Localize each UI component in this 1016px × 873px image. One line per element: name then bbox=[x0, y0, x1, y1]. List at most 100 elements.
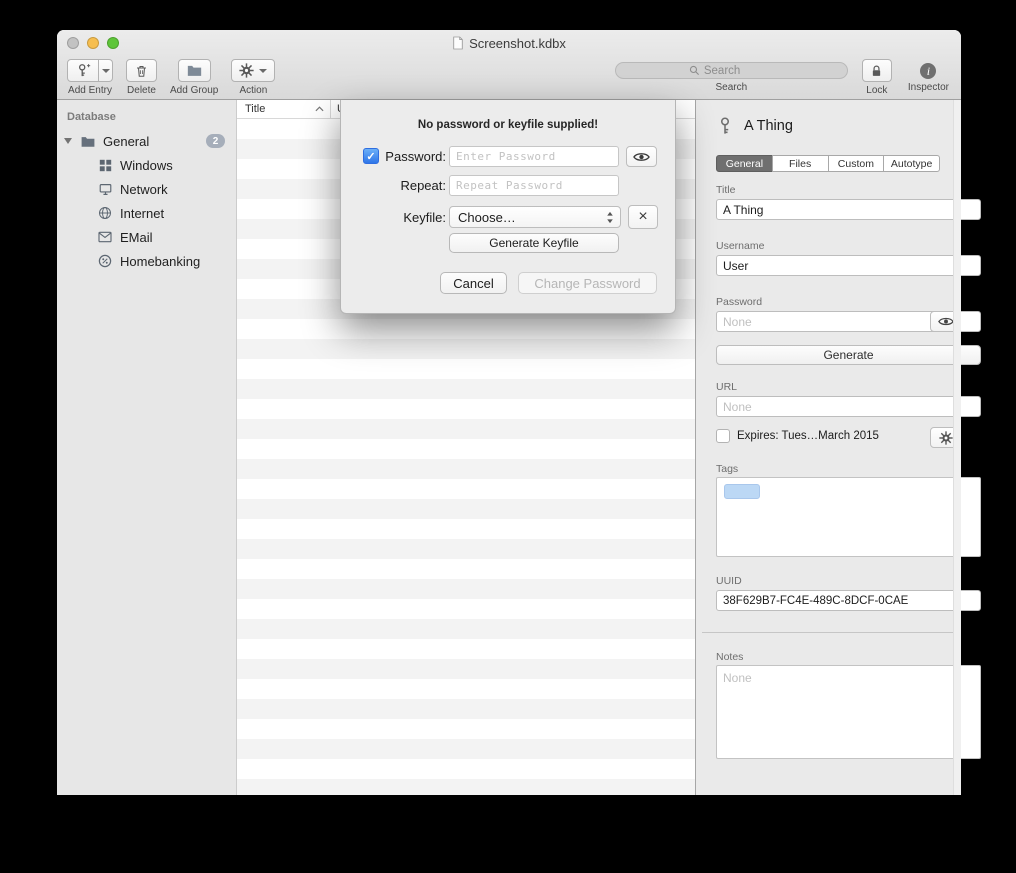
uuid-field[interactable] bbox=[716, 590, 981, 611]
lock-button[interactable] bbox=[862, 59, 892, 82]
folder-plus-icon bbox=[186, 63, 203, 78]
username-field[interactable] bbox=[716, 255, 981, 276]
search-icon bbox=[689, 65, 700, 76]
inspector-tabs: General Files Custom Autotype bbox=[716, 155, 940, 172]
chevron-down-icon bbox=[102, 69, 110, 73]
keyfile-popup[interactable]: Choose… bbox=[449, 206, 621, 228]
sidebar-item-windows[interactable]: Windows bbox=[57, 153, 236, 177]
search-item: Search bbox=[615, 59, 848, 93]
folder-icon bbox=[80, 133, 96, 149]
sidebar-item-label: EMail bbox=[120, 230, 153, 245]
lock-item: Lock bbox=[862, 59, 892, 96]
eye-icon bbox=[633, 151, 650, 163]
action-item: Action bbox=[231, 59, 275, 96]
zoom-button[interactable] bbox=[107, 37, 119, 49]
notes-label: Notes bbox=[716, 651, 940, 663]
tag-chip[interactable] bbox=[724, 484, 760, 499]
tab-files[interactable]: Files bbox=[772, 155, 829, 172]
change-password-sheet: No password or keyfile supplied! ✓ Passw… bbox=[340, 100, 676, 314]
generate-keyfile-button[interactable]: Generate Keyfile bbox=[449, 233, 619, 253]
dialog-password-input[interactable] bbox=[449, 146, 619, 167]
expires-checkbox[interactable] bbox=[716, 429, 730, 443]
generate-password-button[interactable]: Generate bbox=[716, 345, 981, 365]
titlebar: Screenshot.kdbx bbox=[57, 30, 961, 56]
search-label: Search bbox=[716, 82, 748, 93]
inspector-label: Inspector bbox=[908, 82, 949, 93]
grid-icon bbox=[97, 157, 113, 173]
sidebar-item-general[interactable]: General 2 bbox=[57, 129, 236, 153]
tags-field[interactable] bbox=[716, 477, 981, 557]
close-button bbox=[67, 37, 79, 49]
column-divider[interactable] bbox=[330, 100, 331, 118]
window-chrome: Screenshot.kdbx Add Entry bbox=[57, 30, 961, 100]
password-label: Password bbox=[716, 296, 940, 308]
globe-icon bbox=[97, 205, 113, 221]
sidebar-item-homebanking[interactable]: Homebanking bbox=[57, 249, 236, 273]
dialog-reveal-password-button[interactable] bbox=[626, 146, 657, 167]
sidebar-item-label: General bbox=[103, 134, 149, 149]
action-button[interactable] bbox=[231, 59, 275, 82]
sidebar-item-label: Internet bbox=[120, 206, 164, 221]
delete-item: Delete bbox=[126, 59, 157, 96]
info-icon: i bbox=[920, 63, 936, 79]
search-field[interactable] bbox=[615, 62, 848, 79]
dialog-message: No password or keyfile supplied! bbox=[341, 119, 675, 131]
column-header-title[interactable]: Title bbox=[245, 100, 265, 119]
key-plus-icon bbox=[75, 62, 91, 79]
traffic-lights bbox=[67, 37, 119, 49]
count-badge: 2 bbox=[206, 134, 225, 148]
disclosure-triangle-icon[interactable] bbox=[64, 138, 72, 144]
tab-custom[interactable]: Custom bbox=[828, 155, 885, 172]
add-group-button[interactable] bbox=[178, 59, 211, 82]
dialog-keyfile-label: Keyfile: bbox=[341, 207, 446, 228]
expires-label: Expires: Tues…March 2015 bbox=[737, 430, 879, 442]
lock-icon bbox=[870, 64, 883, 78]
add-entry-item: Add Entry bbox=[67, 59, 113, 96]
sidebar-item-internet[interactable]: Internet bbox=[57, 201, 236, 225]
inspector-button[interactable]: i bbox=[920, 59, 936, 79]
popup-chevrons-icon bbox=[606, 211, 614, 224]
url-label: URL bbox=[716, 381, 940, 393]
percent-coin-icon bbox=[97, 253, 113, 269]
toolbar: Add Entry Delete Add Group bbox=[57, 56, 961, 100]
inspector-scrollbar[interactable] bbox=[953, 100, 961, 795]
inspector-item: i Inspector bbox=[908, 59, 949, 93]
tags-label: Tags bbox=[716, 463, 940, 475]
add-entry-dropdown[interactable] bbox=[99, 59, 113, 82]
entry-title: A Thing bbox=[744, 118, 793, 134]
title-label: Title bbox=[716, 184, 940, 196]
eye-icon bbox=[938, 316, 954, 327]
lock-label: Lock bbox=[866, 85, 887, 96]
sidebar: Database General 2 Windows Network bbox=[57, 100, 237, 795]
tab-general[interactable]: General bbox=[716, 155, 773, 172]
sidebar-item-label: Homebanking bbox=[120, 254, 200, 269]
sidebar-header: Database bbox=[57, 109, 236, 129]
close-x-icon: × bbox=[638, 208, 647, 226]
inspector-panel: A Thing General Files Custom Autotype Ti… bbox=[695, 100, 961, 795]
chevron-down-icon bbox=[259, 69, 267, 73]
change-password-button: Change Password bbox=[518, 272, 657, 294]
search-input[interactable] bbox=[704, 65, 774, 77]
cancel-button[interactable]: Cancel bbox=[440, 272, 507, 294]
sidebar-item-network[interactable]: Network bbox=[57, 177, 236, 201]
delete-label: Delete bbox=[127, 85, 156, 96]
notes-field[interactable] bbox=[716, 665, 981, 759]
key-icon bbox=[716, 116, 734, 136]
minimize-button[interactable] bbox=[87, 37, 99, 49]
sidebar-item-email[interactable]: EMail bbox=[57, 225, 236, 249]
url-field[interactable] bbox=[716, 396, 981, 417]
gear-icon bbox=[939, 431, 953, 445]
title-field[interactable] bbox=[716, 199, 981, 220]
tab-autotype[interactable]: Autotype bbox=[883, 155, 940, 172]
delete-button[interactable] bbox=[126, 59, 157, 82]
add-entry-button[interactable] bbox=[67, 59, 99, 82]
sidebar-item-label: Network bbox=[120, 182, 168, 197]
sidebar-item-label: Windows bbox=[120, 158, 173, 173]
divider bbox=[702, 632, 955, 633]
envelope-icon bbox=[97, 229, 113, 245]
keyfile-popup-value: Choose… bbox=[458, 210, 516, 225]
add-entry-label: Add Entry bbox=[68, 85, 112, 96]
dialog-repeat-label: Repeat: bbox=[341, 175, 446, 196]
dialog-repeat-input[interactable] bbox=[449, 175, 619, 196]
clear-keyfile-button[interactable]: × bbox=[628, 205, 658, 229]
